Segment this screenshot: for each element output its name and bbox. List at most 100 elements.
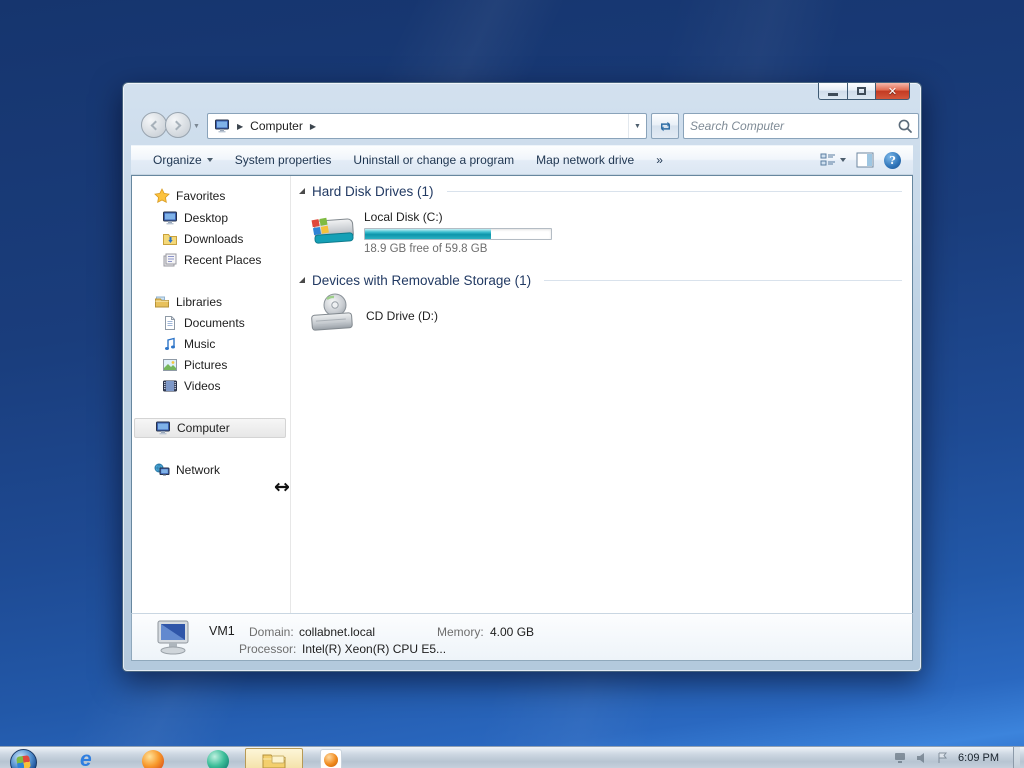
sidebar-item-label: Downloads — [184, 232, 244, 246]
drive-item-local-disk-c[interactable]: Local Disk (C:) 18.9 GB free of 59.8 GB — [308, 210, 552, 255]
navigation-pane: Favorites Desktop Downloads Recent Place… — [132, 176, 290, 613]
taskbar-item-firefox[interactable] — [142, 750, 164, 768]
taskbar-item-app-green[interactable] — [207, 750, 229, 768]
maximize-icon — [857, 87, 866, 95]
taskbar-item-app-orange[interactable] — [320, 749, 342, 768]
chevron-down-icon: ▼ — [634, 122, 641, 130]
sidebar-item-downloads[interactable]: Downloads — [134, 229, 286, 249]
orange-app-icon — [320, 749, 342, 768]
domain-value: collabnet.local — [299, 625, 376, 639]
group-header-rule — [446, 191, 902, 192]
drive-item-cd-drive-d[interactable]: CD Drive (D:) — [308, 292, 438, 340]
system-tray: 6:09 PM — [894, 747, 1020, 768]
address-bar[interactable]: ▶ Computer ▶ ▼ — [207, 113, 647, 139]
sidebar-item-desktop[interactable]: Desktop — [134, 208, 286, 228]
sidebar-item-network[interactable]: Network — [134, 460, 286, 480]
close-icon: ✕ — [887, 85, 898, 98]
taskbar-item-internet-explorer[interactable]: e — [80, 748, 92, 768]
back-icon — [150, 120, 161, 130]
refresh-icon — [658, 119, 673, 134]
maximize-button[interactable] — [848, 83, 876, 100]
group-expanded-icon — [299, 187, 305, 194]
tray-volume-icon[interactable] — [916, 752, 928, 764]
back-button[interactable] — [141, 112, 167, 138]
breadcrumb-separator-icon[interactable]: ▶ — [237, 122, 243, 131]
drive-name: CD Drive (D:) — [366, 309, 438, 323]
refresh-button[interactable] — [651, 113, 679, 139]
network-icon — [154, 462, 170, 478]
show-desktop-button[interactable] — [1013, 747, 1020, 768]
chevron-down-icon — [840, 158, 846, 162]
window-controls: ✕ — [818, 83, 910, 100]
processor-label: Processor: — [239, 642, 297, 656]
sidebar-item-label: Documents — [184, 316, 245, 330]
preview-pane-button[interactable] — [856, 152, 874, 168]
start-button[interactable] — [10, 749, 37, 768]
breadcrumb-location[interactable]: Computer — [250, 119, 303, 133]
sidebar-item-label: Music — [184, 337, 216, 351]
sidebar-item-label: Pictures — [184, 358, 228, 372]
disk-usage-bar — [364, 228, 552, 240]
resize-cursor: ↔ — [274, 476, 290, 498]
sidebar-item-documents[interactable]: Documents — [134, 313, 286, 333]
sidebar-item-videos[interactable]: Videos — [134, 376, 286, 396]
tray-action-center-icon[interactable] — [936, 752, 948, 764]
disk-usage-fill — [365, 229, 492, 239]
change-view-button[interactable] — [820, 152, 846, 168]
breadcrumb-separator-icon[interactable]: ▶ — [310, 122, 316, 131]
navigation-bar: ▼ ▶ Computer ▶ ▼ — [131, 111, 919, 141]
computer-name: VM1 — [209, 624, 235, 638]
desktop: ✕ ▼ ▶ Computer ▶ ▼ Search Computer Organ… — [0, 0, 1024, 768]
star-icon — [154, 188, 170, 204]
sidebar-item-recent-places[interactable]: Recent Places — [134, 250, 286, 270]
sidebar-item-music[interactable]: Music — [134, 334, 286, 354]
search-input[interactable] — [684, 116, 896, 136]
memory-value: 4.00 GB — [490, 625, 535, 639]
views-icon — [820, 152, 836, 168]
memory-label: Memory: — [437, 625, 484, 639]
toolbar-overflow-button[interactable]: » — [645, 149, 674, 171]
group-header-rule — [544, 280, 902, 281]
group-expanded-icon — [299, 276, 305, 283]
sidebar-item-libraries[interactable]: Libraries — [134, 292, 286, 312]
address-dropdown-button[interactable]: ▼ — [628, 114, 646, 138]
windows-start-icon — [10, 749, 37, 768]
organize-menu-button[interactable]: Organize — [142, 149, 224, 171]
search-icon[interactable] — [896, 117, 914, 135]
group-header-label: Devices with Removable Storage (1) — [312, 273, 532, 288]
organize-label: Organize — [153, 153, 202, 167]
folder-icon — [262, 752, 286, 768]
overflow-chevron-icon: » — [656, 153, 663, 167]
history-dropdown-button[interactable]: ▼ — [193, 123, 200, 130]
sidebar-item-computer[interactable]: Computer — [134, 418, 286, 438]
map-network-drive-button[interactable]: Map network drive — [525, 149, 645, 171]
sidebar-item-pictures[interactable]: Pictures — [134, 355, 286, 375]
recent-places-icon — [162, 252, 178, 268]
system-properties-button[interactable]: System properties — [224, 149, 343, 171]
toolbar-right-group: ? — [820, 151, 913, 169]
sidebar-item-favorites[interactable]: Favorites — [134, 186, 286, 206]
close-button[interactable]: ✕ — [876, 83, 910, 100]
group-header-removable-storage[interactable]: Devices with Removable Storage (1) — [299, 272, 902, 289]
explorer-window: ✕ ▼ ▶ Computer ▶ ▼ Search Computer Organ… — [122, 82, 922, 672]
uninstall-program-button[interactable]: Uninstall or change a program — [342, 149, 525, 171]
uninstall-program-label: Uninstall or change a program — [353, 153, 515, 167]
search-box — [683, 113, 919, 139]
taskbar-clock[interactable]: 6:09 PM — [956, 752, 1005, 764]
forward-button[interactable] — [165, 112, 191, 138]
sidebar-item-label: Recent Places — [184, 253, 262, 267]
help-button[interactable]: ? — [884, 151, 901, 169]
computer-large-icon — [152, 619, 196, 657]
explorer-client-area: Favorites Desktop Downloads Recent Place… — [131, 175, 913, 613]
computer-icon — [214, 118, 230, 134]
sidebar-item-label: Computer — [177, 421, 230, 435]
taskbar-item-explorer-active[interactable] — [245, 748, 303, 768]
desktop-icon — [162, 210, 178, 226]
minimize-icon — [828, 92, 838, 96]
minimize-button[interactable] — [818, 83, 848, 100]
group-header-hard-disk-drives[interactable]: Hard Disk Drives (1) — [299, 183, 902, 200]
libraries-icon — [154, 294, 170, 310]
hard-disk-icon — [308, 210, 356, 252]
internet-explorer-icon: e — [80, 748, 92, 768]
tray-network-icon[interactable] — [894, 752, 908, 764]
